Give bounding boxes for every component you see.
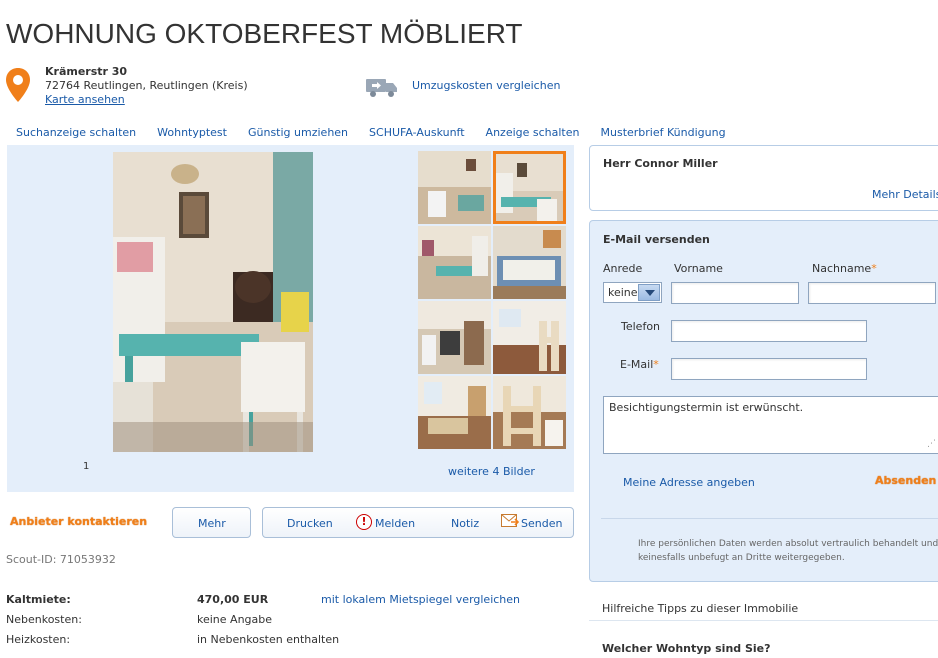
thumbnail[interactable] bbox=[418, 301, 491, 374]
print-button[interactable]: Drucken bbox=[287, 517, 333, 530]
lastname-label: Nachname* bbox=[812, 262, 877, 275]
landlord-name: Herr Connor Miller bbox=[603, 157, 718, 170]
fact-key: Nebenkosten: bbox=[6, 613, 82, 626]
rent-index-compare-link[interactable]: mit lokalem Mietspiegel vergleichen bbox=[321, 593, 520, 606]
nav-item-living-type-test[interactable]: Wohntyptest bbox=[157, 126, 227, 139]
photo-gallery: 1 weitere 4 Bilder bbox=[7, 145, 574, 492]
message-textarea[interactable]: Besichtigungstermin ist erwünscht. ⋰ bbox=[603, 396, 938, 454]
nav-item-cheap-moving[interactable]: Günstig umziehen bbox=[248, 126, 348, 139]
moving-truck-icon bbox=[366, 79, 397, 97]
map-link[interactable]: Karte ansehen bbox=[45, 93, 125, 106]
divider bbox=[601, 518, 938, 519]
email-input[interactable] bbox=[671, 358, 867, 380]
thumbnail[interactable] bbox=[493, 376, 566, 449]
thumbnail-grid bbox=[418, 151, 566, 449]
fact-value: 470,00 EUR bbox=[197, 593, 269, 606]
nav-item-search-ad[interactable]: Suchanzeige schalten bbox=[16, 126, 136, 139]
fact-row: Nebenkosten: keine Angabe bbox=[6, 613, 576, 629]
report-button[interactable]: Melden bbox=[375, 517, 415, 530]
helpful-tips-heading[interactable]: Hilfreiche Tipps zu dieser Immobilie bbox=[602, 602, 798, 615]
privacy-note: Ihre persönlichen Daten werden absolut v… bbox=[638, 539, 938, 563]
more-details-link[interactable]: Mehr Details bbox=[872, 188, 938, 201]
email-label: E-Mail* bbox=[620, 358, 659, 371]
thumbnail[interactable] bbox=[493, 301, 566, 374]
firstname-input[interactable] bbox=[671, 282, 799, 304]
thumbnail-active[interactable] bbox=[493, 151, 566, 224]
divider bbox=[589, 620, 938, 621]
thumbnail[interactable] bbox=[418, 151, 491, 224]
fact-value: in Nebenkosten enthalten bbox=[197, 633, 340, 646]
fact-row: Kaltmiete: 470,00 EUR mit lokalem Mietsp… bbox=[6, 593, 576, 609]
landlord-panel: Herr Connor Miller Mehr Details bbox=[589, 145, 938, 211]
nav-item-place-ad[interactable]: Anzeige schalten bbox=[486, 126, 580, 139]
chevron-down-icon bbox=[638, 284, 660, 301]
scout-id: Scout-ID: 71053932 bbox=[6, 553, 116, 566]
email-form: E-Mail versenden Anrede Vorname Nachname… bbox=[589, 220, 938, 582]
email-form-heading: E-Mail versenden bbox=[603, 233, 710, 246]
nav-item-schufa[interactable]: SCHUFA-Auskunft bbox=[369, 126, 465, 139]
lastname-input[interactable] bbox=[808, 282, 936, 304]
fact-row: Heizkosten: in Nebenkosten enthalten bbox=[6, 633, 576, 649]
thumbnail[interactable] bbox=[418, 226, 491, 299]
firstname-label: Vorname bbox=[674, 262, 723, 275]
salutation-value: keine bbox=[608, 286, 638, 299]
fact-key: Kaltmiete: bbox=[6, 593, 71, 606]
resize-grip-icon[interactable]: ⋰ bbox=[927, 439, 936, 449]
more-button[interactable]: Mehr bbox=[172, 507, 251, 538]
salutation-label: Anrede bbox=[603, 262, 643, 275]
address-street: Krämerstr 30 bbox=[45, 65, 128, 78]
send-button[interactable]: Senden bbox=[521, 517, 562, 530]
submit-button[interactable]: Absenden bbox=[875, 474, 936, 487]
main-photo[interactable] bbox=[113, 152, 313, 452]
fact-value: keine Angabe bbox=[197, 613, 273, 626]
more-button-label: Mehr bbox=[198, 517, 226, 530]
address-block: Krämerstr 30 72764 Reutlingen, Reutlinge… bbox=[45, 65, 248, 107]
living-type-heading: Welcher Wohntyp sind Sie? bbox=[602, 642, 771, 655]
phone-label: Telefon bbox=[621, 320, 661, 333]
location-pin-icon bbox=[6, 68, 30, 102]
address-city: 72764 Reutlingen, Reutlingen (Kreis) bbox=[45, 79, 248, 92]
photo-counter: 1 bbox=[83, 461, 90, 472]
more-images-link[interactable]: weitere 4 Bilder bbox=[448, 465, 535, 478]
top-nav: Suchanzeige schalten Wohntyptest Günstig… bbox=[16, 126, 747, 139]
thumbnail[interactable] bbox=[418, 376, 491, 449]
contact-provider-button[interactable]: Anbieter kontaktieren bbox=[10, 515, 147, 528]
add-address-link[interactable]: Meine Adresse angeben bbox=[623, 476, 755, 489]
fact-key: Heizkosten: bbox=[6, 633, 71, 646]
action-button-group: Drucken ! Melden Notiz Senden bbox=[262, 507, 574, 538]
thumbnail[interactable] bbox=[493, 226, 566, 299]
nav-item-termination-letter[interactable]: Musterbrief Kündigung bbox=[601, 126, 726, 139]
message-text: Besichtigungstermin ist erwünscht. bbox=[609, 401, 804, 414]
phone-input[interactable] bbox=[671, 320, 867, 342]
warning-icon: ! bbox=[356, 514, 372, 530]
page-title: WOHNUNG OKTOBERFEST MÖBLIERT bbox=[6, 18, 523, 49]
compare-moving-costs-link[interactable]: Umzugskosten vergleichen bbox=[412, 79, 560, 92]
salutation-select[interactable]: keine bbox=[603, 282, 662, 303]
note-button[interactable]: Notiz bbox=[451, 517, 479, 530]
envelope-icon bbox=[501, 514, 519, 527]
